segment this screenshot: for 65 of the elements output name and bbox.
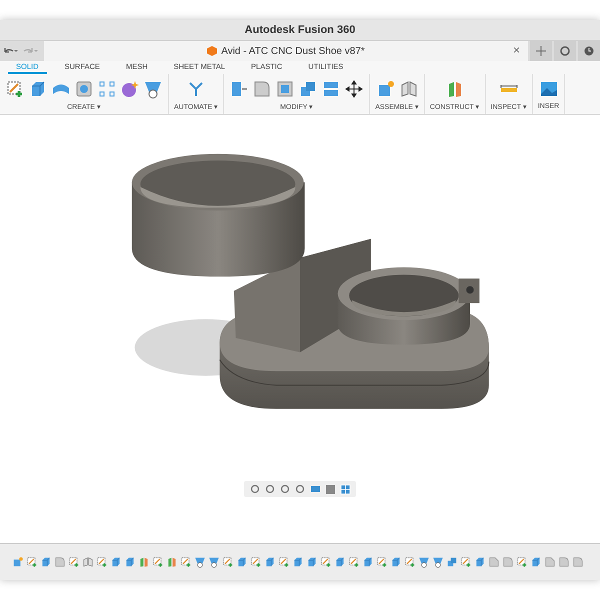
plus-icon — [536, 46, 546, 56]
plane-icon[interactable] — [166, 556, 178, 568]
chamfer-icon[interactable] — [488, 556, 500, 568]
extrude-icon[interactable] — [306, 556, 318, 568]
sketch-icon[interactable] — [348, 556, 360, 568]
fillet-icon[interactable] — [558, 556, 570, 568]
new-tab-button[interactable] — [530, 41, 552, 61]
loft-icon[interactable] — [432, 556, 444, 568]
fillet-icon[interactable] — [54, 556, 66, 568]
pattern-icon[interactable] — [97, 79, 117, 99]
sketch-icon[interactable] — [376, 556, 388, 568]
sketch-icon[interactable] — [180, 556, 192, 568]
extrude-icon[interactable] — [390, 556, 402, 568]
sketch-icon[interactable] — [404, 556, 416, 568]
fillet-icon[interactable] — [572, 556, 584, 568]
extrude-icon[interactable] — [40, 556, 52, 568]
sketch-icon[interactable] — [5, 79, 25, 99]
joint-icon[interactable] — [398, 79, 419, 99]
sketch-icon[interactable] — [152, 556, 164, 568]
loft-icon[interactable] — [208, 556, 220, 568]
component-icon[interactable] — [12, 556, 24, 568]
extrude-icon[interactable] — [264, 556, 276, 568]
extrude-icon[interactable] — [124, 556, 136, 568]
cube-icon — [207, 46, 218, 56]
loft-icon[interactable] — [194, 556, 206, 568]
extrude-icon[interactable] — [530, 556, 542, 568]
grid-button[interactable] — [339, 483, 351, 495]
extrude-icon[interactable] — [292, 556, 304, 568]
combine-icon[interactable] — [446, 556, 458, 568]
presspull-icon[interactable] — [229, 79, 250, 99]
loft-icon[interactable] — [418, 556, 430, 568]
sketch-icon[interactable] — [460, 556, 472, 568]
sketch-icon[interactable] — [278, 556, 290, 568]
document-tab[interactable]: Avid - ATC CNC Dust Shoe v87* × — [44, 41, 528, 61]
close-tab-button[interactable]: × — [512, 43, 520, 57]
sketch-icon[interactable] — [516, 556, 528, 568]
clock-icon — [584, 46, 594, 56]
extrude-icon[interactable] — [334, 556, 346, 568]
document-title: Avid - ATC CNC Dust Shoe v87* — [221, 46, 365, 56]
joint-icon[interactable] — [82, 556, 94, 568]
refresh-button[interactable] — [554, 41, 576, 61]
extrude-icon[interactable] — [236, 556, 248, 568]
circle-icon — [560, 46, 570, 56]
clock-button[interactable] — [578, 41, 600, 61]
chamfer-icon[interactable] — [544, 556, 556, 568]
image-icon[interactable] — [538, 79, 559, 99]
form-icon[interactable] — [120, 79, 140, 99]
loft-icon[interactable] — [143, 79, 163, 99]
sketch-icon[interactable] — [96, 556, 108, 568]
hole-icon[interactable] — [74, 79, 94, 99]
sketch-icon[interactable] — [26, 556, 38, 568]
sketch-icon[interactable] — [250, 556, 262, 568]
sketch-icon[interactable] — [68, 556, 80, 568]
move-icon[interactable] — [344, 79, 364, 99]
plane-icon[interactable] — [138, 556, 150, 568]
extrude-icon[interactable] — [110, 556, 122, 568]
fillet-icon[interactable] — [502, 556, 514, 568]
sketch-icon[interactable] — [320, 556, 332, 568]
grid-icon — [340, 484, 350, 494]
extrude-icon[interactable] — [362, 556, 374, 568]
window-title: Autodesk Fusion 360 — [244, 24, 356, 36]
sketch-icon[interactable] — [222, 556, 234, 568]
fillet-icon[interactable] — [252, 79, 272, 99]
shell-icon[interactable] — [275, 79, 296, 99]
extrude-icon[interactable] — [474, 556, 486, 568]
